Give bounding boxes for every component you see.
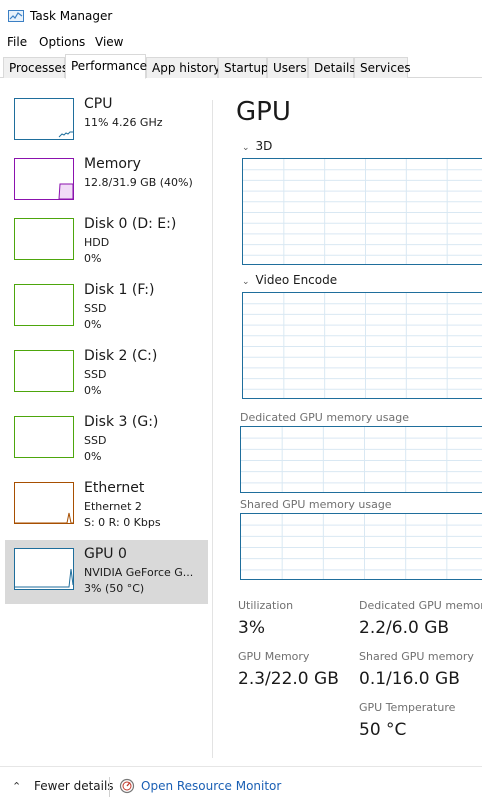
sidebar-item-usage: 0% bbox=[84, 384, 102, 397]
disk-thumbnail-graph bbox=[14, 350, 74, 392]
disk-thumbnail-graph bbox=[14, 284, 74, 326]
gpu-thumbnail-graph bbox=[14, 548, 74, 590]
footer-bar: ⌃ Fewer details Open Resource Monitor bbox=[0, 766, 482, 809]
sidebar-item-detail: 12.8/31.9 GB (40%) bbox=[84, 176, 193, 189]
sidebar-item-usage: 0% bbox=[84, 318, 102, 331]
panel-divider bbox=[212, 100, 213, 758]
sidebar-item-name: Disk 0 (D: E:) bbox=[84, 216, 177, 232]
sidebar-item-detail: 11% 4.26 GHz bbox=[84, 116, 163, 129]
dedicated-gpu-memory-label: Dedicated GPU memory bbox=[359, 599, 482, 612]
menu-bar: File Options View bbox=[0, 32, 482, 54]
utilization-label: Utilization bbox=[238, 599, 294, 612]
sidebar-item-usage: 0% bbox=[84, 450, 102, 463]
tab-services[interactable]: Services bbox=[354, 57, 411, 78]
tab-processes[interactable]: Processes bbox=[3, 57, 68, 78]
sidebar-item-name: Ethernet bbox=[84, 480, 145, 496]
resource-monitor-icon bbox=[119, 778, 135, 794]
gpu-memory-label: GPU Memory bbox=[238, 650, 310, 663]
graph-video-encode bbox=[242, 292, 482, 399]
sidebar-item-cpu[interactable]: CPU 11% 4.26 GHz bbox=[5, 90, 208, 152]
footer-separator bbox=[109, 777, 110, 797]
sidebar-item-name: Disk 2 (C:) bbox=[84, 348, 158, 364]
dedicated-gpu-memory-value: 2.2/6.0 GB bbox=[359, 618, 450, 638]
cpu-thumbnail-graph bbox=[14, 98, 74, 140]
sidebar-item-type: SSD bbox=[84, 302, 107, 315]
open-resource-monitor-link[interactable]: Open Resource Monitor bbox=[141, 779, 281, 793]
sidebar-item-ethernet[interactable]: Ethernet Ethernet 2 S: 0 R: 0 Kbps bbox=[5, 474, 208, 536]
sidebar-item-name: CPU bbox=[84, 96, 113, 112]
sidebar-item-usage: 0% bbox=[84, 252, 102, 265]
sidebar-item-name: Disk 1 (F:) bbox=[84, 282, 155, 298]
sidebar-item-throughput: S: 0 R: 0 Kbps bbox=[84, 516, 161, 529]
menu-view[interactable]: View bbox=[95, 35, 123, 49]
graph-dedicated-memory-grid bbox=[241, 427, 482, 492]
task-manager-icon bbox=[8, 10, 24, 22]
sidebar-item-adapter: Ethernet 2 bbox=[84, 500, 142, 513]
gpu-temperature-label: GPU Temperature bbox=[359, 701, 456, 714]
shared-gpu-memory-value: 0.1/16.0 GB bbox=[359, 669, 460, 689]
dedicated-memory-label: Dedicated GPU memory usage bbox=[240, 411, 409, 424]
disk-thumbnail-graph bbox=[14, 218, 74, 260]
sidebar-item-name: GPU 0 bbox=[84, 546, 127, 562]
sidebar-item-type: HDD bbox=[84, 236, 110, 249]
engine-3d-selector[interactable]: ⌄ 3D bbox=[242, 139, 272, 153]
engine-video-selector[interactable]: ⌄ Video Encode bbox=[242, 273, 337, 287]
shared-gpu-memory-label: Shared GPU memory bbox=[359, 650, 474, 663]
chevron-down-icon: ⌄ bbox=[242, 277, 250, 287]
graph-shared-memory-grid bbox=[241, 514, 482, 579]
menu-file[interactable]: File bbox=[7, 35, 27, 49]
page-title: GPU bbox=[236, 97, 291, 127]
gpu-memory-value: 2.3/22.0 GB bbox=[238, 669, 339, 689]
gpu-sparkline bbox=[15, 568, 74, 588]
engine-3d-label: 3D bbox=[255, 139, 273, 153]
window-title: Task Manager bbox=[30, 9, 113, 23]
tab-strip: Processes Performance App history Startu… bbox=[0, 54, 482, 79]
ethernet-sparkline bbox=[15, 512, 73, 524]
graph-shared-memory bbox=[240, 513, 482, 580]
fewer-details-button[interactable]: Fewer details bbox=[34, 779, 114, 793]
utilization-value: 3% bbox=[238, 618, 265, 638]
sidebar-item-memory[interactable]: Memory 12.8/31.9 GB (40%) bbox=[5, 150, 208, 212]
tab-performance[interactable]: Performance bbox=[65, 54, 147, 79]
memory-thumbnail-graph bbox=[14, 158, 74, 200]
tab-app-history[interactable]: App history bbox=[146, 57, 221, 78]
ethernet-thumbnail-graph bbox=[14, 482, 74, 524]
tab-startup[interactable]: Startup bbox=[218, 57, 269, 78]
graph-video-encode-grid bbox=[243, 293, 482, 398]
sidebar-item-disk-1[interactable]: Disk 1 (F:) SSD 0% bbox=[5, 276, 208, 338]
resource-sidebar: CPU 11% 4.26 GHz Memory 12.8/31.9 GB (40… bbox=[0, 90, 212, 760]
sidebar-item-model: NVIDIA GeForce G... bbox=[84, 566, 194, 579]
sidebar-item-disk-2[interactable]: Disk 2 (C:) SSD 0% bbox=[5, 342, 208, 404]
disk-thumbnail-graph bbox=[14, 416, 74, 458]
sidebar-item-disk-0[interactable]: Disk 0 (D: E:) HDD 0% bbox=[5, 210, 208, 272]
title-bar: Task Manager bbox=[0, 0, 482, 32]
tab-details[interactable]: Details bbox=[308, 57, 356, 78]
sidebar-item-type: SSD bbox=[84, 434, 107, 447]
memory-sparkline bbox=[58, 183, 74, 200]
sidebar-item-type: SSD bbox=[84, 368, 107, 381]
gpu-temperature-value: 50 °C bbox=[359, 720, 407, 740]
sidebar-item-usage: 3% (50 °C) bbox=[84, 582, 145, 595]
graph-dedicated-memory bbox=[240, 426, 482, 493]
sidebar-item-name: Disk 3 (G:) bbox=[84, 414, 159, 430]
engine-video-label: Video Encode bbox=[255, 273, 338, 287]
sidebar-item-gpu-0[interactable]: GPU 0 NVIDIA GeForce G... 3% (50 °C) bbox=[5, 540, 208, 604]
cpu-sparkline bbox=[58, 131, 73, 138]
sidebar-item-name: Memory bbox=[84, 156, 141, 172]
shared-memory-label: Shared GPU memory usage bbox=[240, 498, 392, 511]
chevron-up-icon[interactable]: ⌃ bbox=[12, 780, 21, 793]
chevron-down-icon: ⌄ bbox=[242, 143, 250, 153]
tab-users[interactable]: Users bbox=[267, 57, 308, 78]
graph-3d-grid bbox=[243, 159, 482, 264]
graph-3d bbox=[242, 158, 482, 265]
sidebar-item-disk-3[interactable]: Disk 3 (G:) SSD 0% bbox=[5, 408, 208, 470]
menu-options[interactable]: Options bbox=[39, 35, 85, 49]
